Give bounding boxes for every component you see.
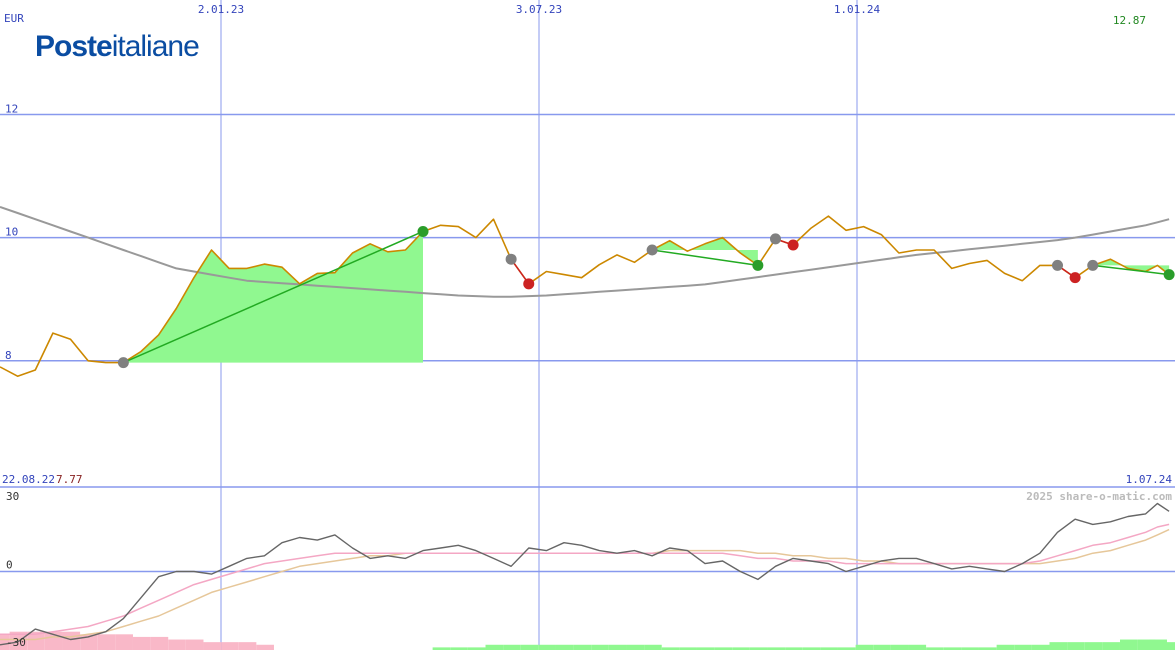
series-lines <box>0 205 1170 646</box>
histogram-bar <box>573 644 592 650</box>
osc-tick-label: -30 <box>6 636 26 649</box>
histogram-bar <box>1084 642 1103 650</box>
x-tick-label: 1.01.24 <box>834 3 881 16</box>
logo-regular-text: italiane <box>111 30 200 63</box>
moving-average-line <box>0 205 1170 298</box>
histogram-bar <box>538 644 556 650</box>
histogram-bar <box>503 644 521 650</box>
histogram-bar <box>150 636 169 650</box>
x-tick-label: 2.01.23 <box>198 3 244 16</box>
histogram-bar <box>485 644 504 650</box>
last-price-label: 12.87 <box>1113 14 1146 27</box>
histogram-bar <box>556 644 574 650</box>
watermark: 2025 share-o-matic.com <box>1026 490 1172 503</box>
histogram-bar <box>1049 642 1068 650</box>
buy-marker <box>505 253 517 265</box>
buy-marker <box>1087 259 1099 271</box>
histogram-bar <box>1102 642 1120 650</box>
oscillator-line <box>0 502 1170 646</box>
histogram-bar <box>1161 642 1175 650</box>
histogram-bar <box>97 634 116 650</box>
chart-canvas: EUR 12.87 22.08.22 7.77 1.07.24 2025 sha… <box>0 0 1175 650</box>
histogram-bar <box>168 639 186 650</box>
histogram-bar <box>855 644 874 650</box>
histogram-bar <box>1067 642 1085 650</box>
histogram-bar <box>608 644 627 650</box>
sell-marker <box>523 278 535 290</box>
sell-marker <box>752 259 764 271</box>
histogram-bar <box>591 644 609 650</box>
histogram-bar <box>996 644 1015 650</box>
oscillator-histogram <box>0 631 1175 650</box>
histogram-bar <box>644 644 662 650</box>
buy-marker <box>646 244 658 256</box>
histogram-bar <box>626 644 645 650</box>
histogram-bar <box>1031 644 1050 650</box>
buy-marker <box>1052 259 1063 271</box>
buy-marker <box>770 233 781 245</box>
histogram-bar <box>221 642 239 650</box>
company-logo: Posteitaliane <box>35 30 200 64</box>
trade-fills <box>123 231 1170 363</box>
logo-bold-text: Poste <box>35 30 113 63</box>
histogram-bar <box>873 644 891 650</box>
start-date-label: 22.08.22 <box>2 473 55 486</box>
osc-tick-label: 0 <box>6 559 13 572</box>
end-date-label: 1.07.24 <box>1126 473 1173 486</box>
histogram-bar <box>203 642 222 650</box>
start-price-label: 7.77 <box>56 473 83 486</box>
sell-marker <box>1069 272 1081 284</box>
histogram-bar <box>62 631 81 650</box>
histogram-bar <box>115 634 133 650</box>
x-tick-label: 3.07.23 <box>516 3 562 16</box>
y-tick-label: 10 <box>5 226 18 239</box>
sell-marker <box>1163 269 1175 281</box>
buy-marker <box>117 357 129 369</box>
histogram-bar <box>1120 639 1138 650</box>
histogram-bar <box>890 644 909 650</box>
y-tick-label: 12 <box>5 103 18 116</box>
y-tick-label: 8 <box>5 349 12 362</box>
sell-marker <box>787 239 799 251</box>
histogram-bar <box>256 644 274 650</box>
histogram-bar <box>238 642 257 650</box>
sell-marker <box>417 225 429 237</box>
currency-label: EUR <box>4 12 24 25</box>
histogram-bar <box>1014 644 1032 650</box>
osc-signal-1-line <box>0 523 1170 636</box>
histogram-bar <box>908 644 927 650</box>
histogram-bar <box>520 644 539 650</box>
histogram-bar <box>185 639 204 650</box>
histogram-bar <box>133 636 151 650</box>
osc-tick-label: 30 <box>6 490 19 503</box>
